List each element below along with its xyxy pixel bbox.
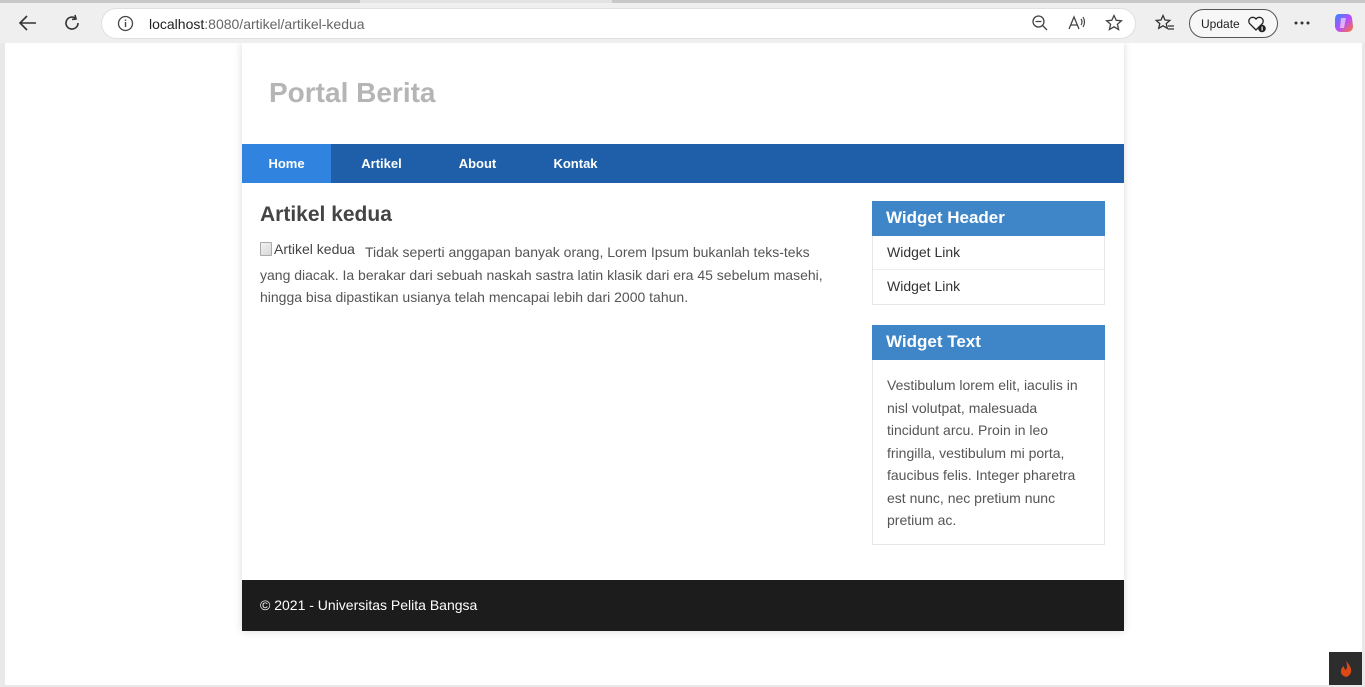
nav-about[interactable]: About [432, 144, 523, 183]
debug-toolbar-toggle[interactable] [1329, 652, 1362, 685]
article-title: Artikel kedua [260, 203, 392, 226]
update-heart-icon [1247, 15, 1267, 36]
back-button[interactable] [12, 8, 44, 38]
main-navigation: Home Artikel About Kontak [242, 144, 1124, 183]
broken-image-icon [260, 242, 272, 257]
reload-button[interactable] [56, 8, 88, 38]
article-image-broken: Artikel kedua [260, 238, 355, 261]
widget-text-title: Widget Text [872, 325, 1105, 360]
article-body: Artikel kedua Tidak seperti anggapan bany… [260, 241, 832, 309]
browser-toolbar: localhost:8080/artikel/artikel-kedua Upd… [0, 3, 1365, 43]
nav-home[interactable]: Home [242, 144, 331, 183]
copilot-button[interactable] [1328, 8, 1360, 38]
more-dots-icon [1294, 21, 1310, 25]
read-aloud-icon[interactable] [1067, 14, 1087, 37]
update-button[interactable]: Update [1189, 9, 1278, 38]
footer-copyright: © 2021 - Universitas Pelita Bangsa [260, 597, 478, 613]
page-viewport: Portal Berita Home Artikel About Kontak … [5, 43, 1362, 685]
article-main: Artikel kedua Artikel kedua Tidak seperti… [260, 203, 832, 309]
site-header: Portal Berita [242, 43, 1124, 144]
reload-icon [65, 14, 79, 30]
nav-kontak[interactable]: Kontak [523, 144, 628, 183]
site-title[interactable]: Portal Berita [269, 77, 436, 109]
site-info-icon[interactable] [117, 15, 134, 37]
favorites-icon [1155, 14, 1174, 30]
more-menu-button[interactable] [1286, 8, 1318, 38]
article-image-alt: Artikel kedua [274, 241, 355, 257]
copilot-icon [1335, 14, 1353, 32]
widget-text-body: Vestibulum lorem elit, iaculis in nisl v… [887, 377, 1078, 528]
widget-link[interactable]: Widget Link [873, 270, 1104, 304]
url-host: localhost [149, 16, 205, 32]
address-bar[interactable]: localhost:8080/artikel/artikel-kedua [101, 8, 1136, 39]
widget-text: Widget Text Vestibulum lorem elit, iacul… [872, 325, 1105, 545]
back-arrow-icon [19, 15, 36, 31]
url-path: :8080/artikel/artikel-kedua [204, 16, 365, 32]
site-footer: © 2021 - Universitas Pelita Bangsa [242, 580, 1124, 631]
favorites-button[interactable] [1149, 8, 1181, 38]
widget-links: Widget Header Widget Link Widget Link [872, 201, 1105, 305]
nav-artikel[interactable]: Artikel [331, 144, 432, 183]
zoom-out-icon[interactable] [1031, 14, 1049, 37]
update-label: Update [1201, 16, 1240, 31]
flame-icon [1340, 660, 1351, 677]
sidebar: Widget Header Widget Link Widget Link Wi… [872, 201, 1105, 565]
favorite-star-icon[interactable] [1105, 13, 1123, 37]
url-text: localhost:8080/artikel/artikel-kedua [149, 16, 365, 32]
widget-link[interactable]: Widget Link [873, 236, 1104, 270]
widget-header-title: Widget Header [872, 201, 1105, 236]
site-container: Portal Berita Home Artikel About Kontak … [242, 43, 1124, 631]
